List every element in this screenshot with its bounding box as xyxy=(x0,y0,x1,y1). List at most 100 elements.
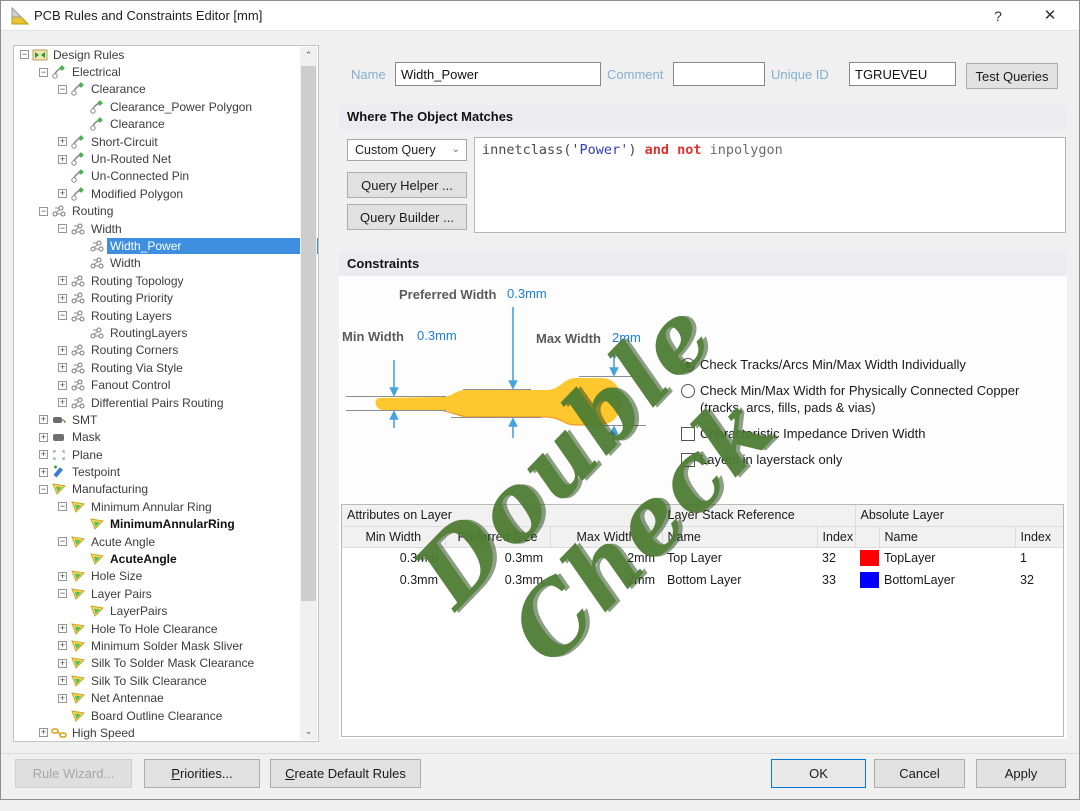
test-queries-button[interactable]: Test Queries xyxy=(966,63,1058,89)
name-input[interactable] xyxy=(395,62,601,86)
tree-item-short-circuit[interactable]: +Short-Circuit xyxy=(14,133,318,150)
tree-item-differential-pairs-routing[interactable]: +Differential Pairs Routing xyxy=(14,394,318,411)
tree-item-clearance[interactable]: Clearance xyxy=(14,116,318,133)
expand-icon[interactable]: + xyxy=(58,155,67,164)
expand-icon[interactable]: + xyxy=(58,294,67,303)
tree-item-plane[interactable]: +Plane xyxy=(14,446,318,463)
collapse-icon[interactable]: − xyxy=(58,85,67,94)
tree-item-mask[interactable]: +Mask xyxy=(14,429,318,446)
collapse-icon[interactable]: − xyxy=(58,224,67,233)
column-header-name[interactable]: Name xyxy=(879,526,1015,547)
collapse-icon[interactable]: − xyxy=(58,589,67,598)
checkbox-layers-in-layerstack-onl[interactable]: ✓Layers in layerstack only xyxy=(681,451,1065,468)
radio-check-tracks-arcs-min-ma[interactable]: Check Tracks/Arcs Min/Max Width Individu… xyxy=(681,356,1065,373)
expand-icon[interactable]: + xyxy=(58,624,67,633)
table-row[interactable]: 0.3mm0.3mm2mmTop Layer32 TopLayer1 xyxy=(342,547,1063,569)
expand-icon[interactable]: + xyxy=(58,346,67,355)
expand-icon[interactable]: + xyxy=(39,468,48,477)
close-icon[interactable]: ✕ xyxy=(1029,1,1071,31)
tree-item-fanout-control[interactable]: +Fanout Control xyxy=(14,376,318,393)
scroll-down-icon[interactable]: ⌄ xyxy=(300,723,317,740)
tree-item-silk-to-silk-clearance[interactable]: +Silk To Silk Clearance xyxy=(14,672,318,689)
tree-item-routing-priority[interactable]: +Routing Priority xyxy=(14,289,318,306)
collapse-icon[interactable]: − xyxy=(58,311,67,320)
tree-item-routing-topology[interactable]: +Routing Topology xyxy=(14,272,318,289)
tree-item-clearance[interactable]: −Clearance xyxy=(14,81,318,98)
expand-icon[interactable]: + xyxy=(39,728,48,737)
expand-icon[interactable]: + xyxy=(58,363,67,372)
tree-item-modified-polygon[interactable]: +Modified Polygon xyxy=(14,185,318,202)
collapse-icon[interactable]: − xyxy=(58,537,67,546)
tree-item-width[interactable]: Width xyxy=(14,255,318,272)
query-editor[interactable]: innetclass('Power') and not inpolygon xyxy=(474,137,1066,233)
table-row[interactable]: 0.3mm0.3mm2mmBottom Layer33 BottomLayer3… xyxy=(342,569,1063,591)
tree-item-electrical[interactable]: −Electrical xyxy=(14,63,318,80)
expand-icon[interactable]: + xyxy=(58,276,67,285)
tree-item-width-power[interactable]: Width_Power xyxy=(14,237,318,254)
comment-input[interactable] xyxy=(673,62,765,86)
query-helper-button[interactable]: Query Helper ... xyxy=(347,172,467,198)
tree-item-hole-to-hole-clearance[interactable]: +Hole To Hole Clearance xyxy=(14,620,318,637)
rule-wizard-button[interactable]: Rule Wizard... xyxy=(15,759,132,788)
priorities-button[interactable]: Priorities... xyxy=(144,759,260,788)
cancel-button[interactable]: Cancel xyxy=(874,759,965,788)
tree-item-routing-layers[interactable]: −Routing Layers xyxy=(14,307,318,324)
collapse-icon[interactable]: − xyxy=(20,50,29,59)
radio-check-min-max-width-for-[interactable]: Check Min/Max Width for Physically Conne… xyxy=(681,382,1065,416)
tree-item-net-antennae[interactable]: +Net Antennae xyxy=(14,689,318,706)
create-default-rules-button[interactable]: Create Default Rules xyxy=(270,759,421,788)
tree-item-high-speed[interactable]: +High Speed xyxy=(14,724,318,741)
checkbox-characteristic-impedance[interactable]: Characteristic Impedance Driven Width xyxy=(681,425,1065,442)
tree-item-un-connected-pin[interactable]: Un-Connected Pin xyxy=(14,168,318,185)
tree-item-layerpairs[interactable]: LayerPairs xyxy=(14,603,318,620)
query-builder-button[interactable]: Query Builder ... xyxy=(347,204,467,230)
ok-button[interactable]: OK xyxy=(771,759,866,788)
collapse-icon[interactable]: − xyxy=(39,485,48,494)
tree-item-testpoint[interactable]: +Testpoint xyxy=(14,463,318,480)
expand-icon[interactable]: + xyxy=(39,450,48,459)
column-header-name[interactable]: Name xyxy=(662,526,817,547)
radio-icon[interactable] xyxy=(681,384,695,398)
column-header-preferred-size[interactable]: Preferred Size xyxy=(445,526,550,547)
column-header-min-width[interactable]: Min Width xyxy=(342,526,445,547)
column-header-color[interactable] xyxy=(855,526,879,547)
expand-icon[interactable]: + xyxy=(58,137,67,146)
checkbox-icon[interactable] xyxy=(681,427,695,441)
help-button[interactable]: ? xyxy=(977,1,1019,31)
tree-item-routing[interactable]: −Routing xyxy=(14,203,318,220)
radio-icon[interactable] xyxy=(681,358,695,372)
expand-icon[interactable]: + xyxy=(58,641,67,650)
tree-item-board-outline-clearance[interactable]: Board Outline Clearance xyxy=(14,707,318,724)
expand-icon[interactable]: + xyxy=(39,433,48,442)
collapse-icon[interactable]: − xyxy=(39,207,48,216)
expand-icon[interactable]: + xyxy=(58,398,67,407)
apply-button[interactable]: Apply xyxy=(976,759,1066,788)
expand-icon[interactable]: + xyxy=(58,189,67,198)
tree-item-minimumannularring[interactable]: MinimumAnnularRing xyxy=(14,516,318,533)
expand-icon[interactable]: + xyxy=(58,694,67,703)
tree-scrollbar[interactable]: ⌃ ⌄ xyxy=(300,47,317,740)
collapse-icon[interactable]: − xyxy=(58,502,67,511)
expand-icon[interactable]: + xyxy=(58,572,67,581)
tree-item-hole-size[interactable]: +Hole Size xyxy=(14,568,318,585)
expand-icon[interactable]: + xyxy=(58,381,67,390)
expand-icon[interactable]: + xyxy=(58,676,67,685)
tree-item-silk-to-solder-mask-clearance[interactable]: +Silk To Solder Mask Clearance xyxy=(14,655,318,672)
scrollbar-thumb[interactable] xyxy=(301,66,316,601)
tree-item-un-routed-net[interactable]: +Un-Routed Net xyxy=(14,150,318,167)
tree-item-width[interactable]: −Width xyxy=(14,220,318,237)
tree-item-manufacturing[interactable]: −Manufacturing xyxy=(14,481,318,498)
column-header-index[interactable]: Index xyxy=(817,526,855,547)
checkbox-icon[interactable]: ✓ xyxy=(681,453,695,467)
tree-item-minimum-annular-ring[interactable]: −Minimum Annular Ring xyxy=(14,498,318,515)
tree-item-routinglayers[interactable]: RoutingLayers xyxy=(14,324,318,341)
tree-item-design-rules[interactable]: −Design Rules xyxy=(14,46,318,63)
scroll-up-icon[interactable]: ⌃ xyxy=(300,47,317,64)
tree-item-layer-pairs[interactable]: −Layer Pairs xyxy=(14,585,318,602)
tree-item-acuteangle[interactable]: AcuteAngle xyxy=(14,550,318,567)
tree-item-acute-angle[interactable]: −Acute Angle xyxy=(14,533,318,550)
tree-item-minimum-solder-mask-sliver[interactable]: +Minimum Solder Mask Sliver xyxy=(14,637,318,654)
tree-item-clearance-power-polygon[interactable]: Clearance_Power Polygon xyxy=(14,98,318,115)
unique-id-input[interactable] xyxy=(849,62,956,86)
collapse-icon[interactable]: − xyxy=(39,68,48,77)
